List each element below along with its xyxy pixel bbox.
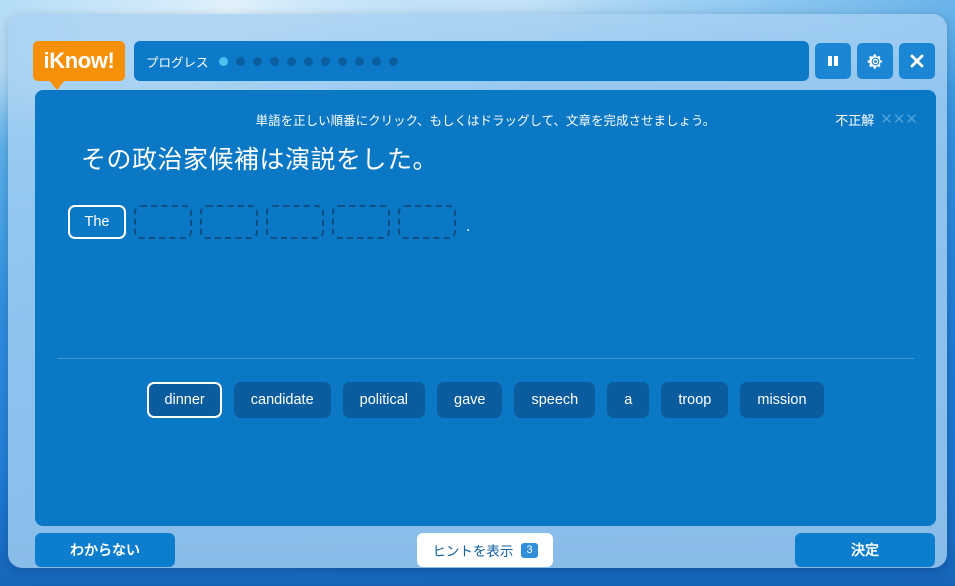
progress-dot [371, 56, 381, 66]
close-button[interactable] [899, 43, 935, 79]
progress-label: プログレス [146, 55, 209, 70]
gear-icon [867, 53, 882, 69]
word-chip[interactable]: speech [514, 382, 596, 418]
progress-bar: プログレス [134, 41, 809, 81]
close-icon [910, 54, 924, 68]
word-chip[interactable]: a [607, 382, 650, 418]
progress-dot [252, 56, 262, 66]
result-badge: 不正解 ✕✕✕ [835, 110, 918, 129]
result-x-icon: ✕ [880, 110, 893, 128]
logo-text: iKnow! [43, 48, 115, 73]
word-chip[interactable]: candidate [233, 382, 331, 418]
submit-button[interactable]: 決定 [795, 533, 935, 567]
result-x-icon: ✕ [905, 110, 918, 128]
progress-dot [337, 56, 347, 66]
answer-slot-empty[interactable] [200, 205, 258, 239]
dont-know-label: わからない [70, 542, 140, 558]
progress-dot [218, 56, 228, 66]
answer-slot-filled[interactable]: The [68, 205, 126, 239]
result-x-icon: ✕ [892, 110, 906, 128]
show-hint-button[interactable]: ヒントを表示 3 [417, 533, 553, 567]
progress-dots [218, 56, 398, 66]
answer-slot-empty[interactable] [134, 205, 192, 239]
progress-dot [388, 56, 398, 66]
hint-label: ヒントを表示 [432, 544, 514, 559]
word-chip[interactable]: gave [437, 382, 503, 418]
submit-label: 決定 [851, 542, 879, 558]
result-marks: ✕✕✕ [880, 111, 918, 129]
progress-dot [354, 56, 364, 66]
progress-dot [269, 56, 279, 66]
word-chip[interactable]: political [342, 382, 426, 418]
japanese-sentence: その政治家候補は演説をした。 [81, 146, 439, 174]
divider [57, 358, 914, 359]
exercise-panel: 単語を正しい順番にクリック、もしくはドラッグして、文章を完成させましょう。 不正… [35, 90, 936, 526]
sentence-terminator: . [466, 218, 471, 235]
answer-slot-empty[interactable] [266, 205, 324, 239]
pause-icon [828, 56, 838, 66]
word-chip[interactable]: dinner [147, 382, 222, 418]
result-label: 不正解 [835, 113, 875, 128]
app-frame: iKnow! プログレス 単語を正しい順番にクリック、もしくはドラッグして、文章… [8, 14, 947, 568]
hint-count-badge: 3 [521, 542, 538, 558]
progress-dot [320, 56, 330, 66]
instruction-text: 単語を正しい順番にクリック、もしくはドラッグして、文章を完成させましょう。 [255, 114, 716, 128]
answer-slot-empty[interactable] [332, 205, 390, 239]
dont-know-button[interactable]: わからない [35, 533, 175, 567]
answer-slot-empty[interactable] [398, 205, 456, 239]
progress-dot [235, 56, 245, 66]
progress-dot [286, 56, 296, 66]
answer-slot-row: The. [68, 205, 470, 239]
progress-dot [303, 56, 313, 66]
settings-button[interactable] [857, 43, 893, 79]
word-chip[interactable]: troop [661, 382, 729, 418]
pause-button[interactable] [815, 43, 851, 79]
iknow-logo: iKnow! [33, 41, 125, 90]
word-chip[interactable]: mission [740, 382, 824, 418]
word-bank: dinner candidate political gave speech a troop… [35, 382, 936, 418]
